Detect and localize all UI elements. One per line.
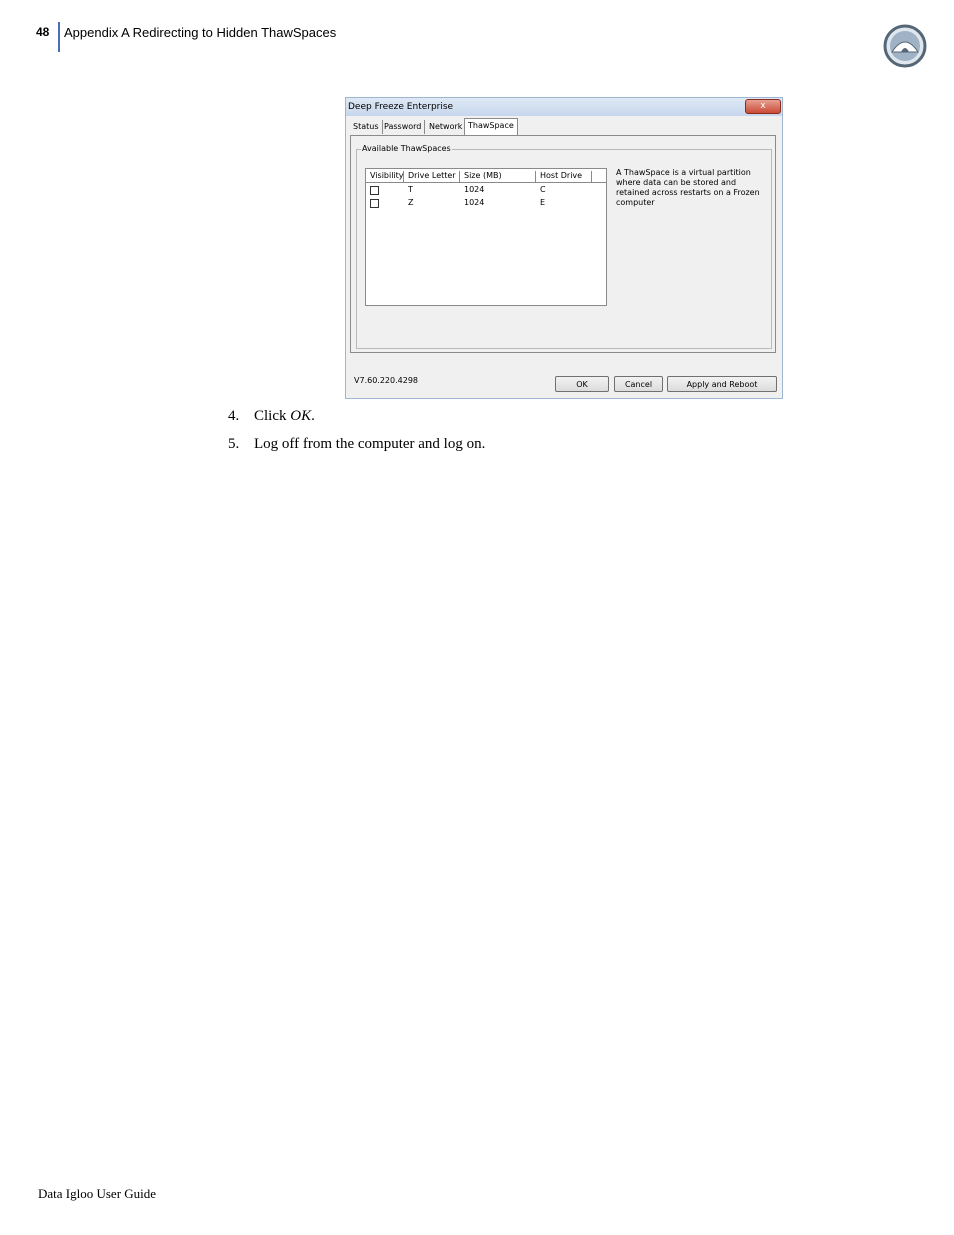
cancel-button[interactable]: Cancel bbox=[614, 376, 663, 392]
deep-freeze-dialog: Deep Freeze Enterprise x Status Password… bbox=[345, 97, 783, 399]
header-divider bbox=[58, 22, 60, 52]
tab-password[interactable]: Password bbox=[381, 120, 426, 134]
available-thawspaces-group: Available ThawSpaces Visibility Drive Le… bbox=[356, 144, 772, 349]
thawspace-list[interactable]: Visibility Drive Letter Size (MB) Host D… bbox=[365, 168, 607, 306]
page-footer: Data Igloo User Guide bbox=[38, 1186, 157, 1201]
column-size[interactable]: Size (MB) bbox=[460, 171, 536, 182]
dialog-titlebar: Deep Freeze Enterprise x bbox=[346, 98, 782, 116]
host-drive-cell: C bbox=[540, 185, 546, 194]
list-item[interactable]: T 1024 C bbox=[366, 184, 606, 196]
tab-status[interactable]: Status bbox=[350, 120, 383, 134]
column-drive-letter[interactable]: Drive Letter bbox=[404, 171, 460, 182]
group-label: Available ThawSpaces bbox=[361, 144, 452, 153]
list-header: Visibility Drive Letter Size (MB) Host D… bbox=[366, 169, 606, 183]
tab-thawspace[interactable]: ThawSpace bbox=[464, 118, 518, 135]
apply-and-reboot-button[interactable]: Apply and Reboot bbox=[667, 376, 777, 392]
thawspace-description: A ThawSpace is a virtual partition where… bbox=[616, 168, 760, 207]
step-item: 4. Click OK. bbox=[228, 408, 315, 425]
ok-button[interactable]: OK bbox=[555, 376, 609, 392]
size-cell: 1024 bbox=[464, 185, 485, 194]
tab-network[interactable]: Network bbox=[426, 120, 467, 134]
step-item: 5. Log off from the computer and log on. bbox=[228, 436, 485, 453]
step-number: 4. bbox=[228, 408, 240, 424]
drive-letter-cell: Z bbox=[408, 198, 414, 207]
step-text: Click bbox=[254, 408, 291, 424]
thawspace-panel: Available ThawSpaces Visibility Drive Le… bbox=[350, 135, 776, 353]
visibility-checkbox[interactable] bbox=[370, 186, 379, 195]
list-item[interactable]: Z 1024 E bbox=[366, 197, 606, 209]
host-drive-cell: E bbox=[540, 198, 546, 207]
column-host-drive[interactable]: Host Drive bbox=[536, 171, 592, 182]
step-number: 5. bbox=[228, 436, 240, 452]
page-header-title: Appendix A Redirecting to Hidden ThawSpa… bbox=[64, 25, 337, 40]
size-cell: 1024 bbox=[464, 198, 485, 207]
igloo-logo-icon bbox=[883, 24, 927, 68]
dialog-title: Deep Freeze Enterprise bbox=[348, 102, 454, 112]
step-emphasis: OK bbox=[290, 408, 312, 424]
page-number: 48 bbox=[36, 25, 50, 39]
step-text-end: . bbox=[311, 408, 315, 424]
version-label: V7.60.220.4298 bbox=[354, 376, 418, 385]
step-text: Log off from the computer and log on. bbox=[254, 436, 486, 452]
drive-letter-cell: T bbox=[408, 185, 413, 194]
close-button[interactable]: x bbox=[745, 99, 781, 114]
column-visibility[interactable]: Visibility bbox=[366, 171, 404, 182]
visibility-checkbox[interactable] bbox=[370, 199, 379, 208]
